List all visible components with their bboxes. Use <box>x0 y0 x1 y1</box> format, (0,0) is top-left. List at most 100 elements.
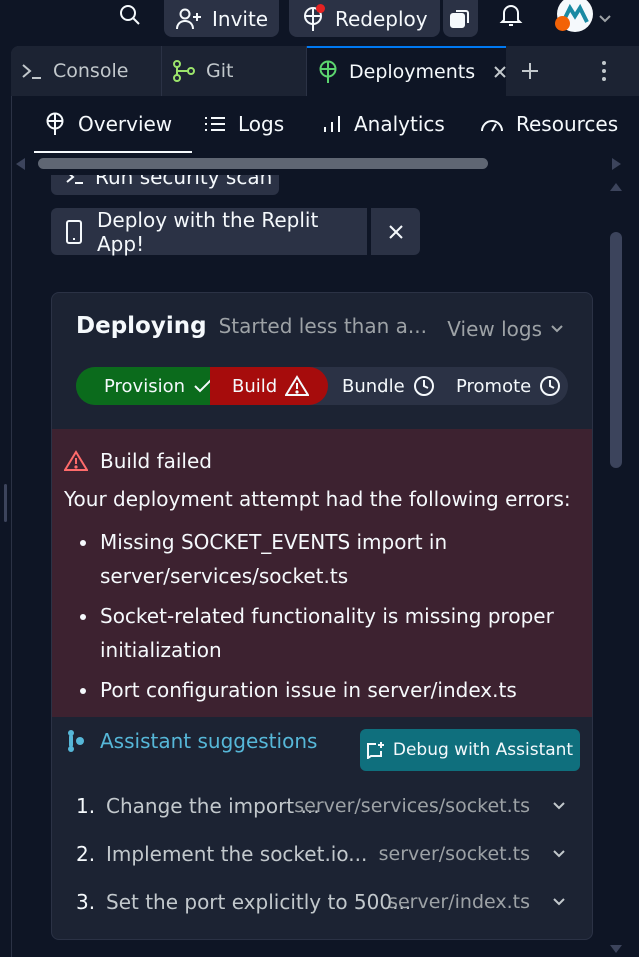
sub-navigation: Overview Logs Analytics Resources <box>12 96 639 154</box>
step-label: Bundle <box>342 375 405 397</box>
copy-icon <box>449 8 471 30</box>
redeploy-label: Redeploy <box>335 6 428 31</box>
error-list: Missing SOCKET_EVENTS import in server/s… <box>80 525 570 713</box>
subtab-analytics[interactable]: Analytics <box>322 96 445 152</box>
subtab-label: Resources <box>516 112 619 136</box>
bar-chart-icon <box>322 114 342 134</box>
add-user-icon <box>176 7 202 31</box>
assistant-title: Assistant suggestions <box>100 729 318 753</box>
list-item: Socket-related functionality is missing … <box>80 599 570 667</box>
subtab-overview[interactable]: Overview <box>33 96 193 153</box>
suggestion-file: server/index.ts <box>388 891 530 913</box>
chevron-down-icon <box>552 895 566 909</box>
deploy-icon <box>301 3 325 32</box>
subtab-label: Overview <box>78 112 173 136</box>
suggestion-file: server/socket.ts <box>378 843 530 865</box>
suggestion-number: 3. <box>76 890 96 914</box>
build-error-panel: Build failed Your deployment attempt had… <box>52 429 592 717</box>
step-promote: Promote <box>456 367 561 405</box>
subtab-resources[interactable]: Resources <box>480 96 618 152</box>
subtab-label: Logs <box>238 112 285 136</box>
chevron-down-icon <box>552 847 566 861</box>
phone-icon <box>65 219 83 244</box>
suggestion-item[interactable]: 2. Implement the socket.io... server/soc… <box>76 839 576 869</box>
avatar-badge <box>555 16 570 31</box>
resize-handle[interactable] <box>4 484 7 522</box>
status-subtitle: Started less than a... <box>218 314 427 338</box>
step-bundle: Bundle <box>342 367 435 405</box>
horizontal-scrollbar[interactable] <box>12 154 639 174</box>
invite-label: Invite <box>212 6 269 31</box>
tab-label: Console <box>53 60 129 82</box>
clock-icon <box>413 375 435 397</box>
top-bar: Invite Redeploy <box>0 0 639 44</box>
terminal-icon <box>65 175 85 185</box>
close-icon[interactable] <box>493 65 507 79</box>
suggestion-text: Implement the socket.io... <box>106 842 368 866</box>
vertical-scrollbar-thumb[interactable] <box>610 232 622 468</box>
list-icon <box>204 115 226 133</box>
git-icon <box>172 60 196 82</box>
search-icon[interactable] <box>118 0 142 30</box>
notification-dot <box>316 3 325 13</box>
error-description: Your deployment attempt had the followin… <box>64 487 571 511</box>
tab-label: Deployments <box>349 61 476 83</box>
chevron-down-icon <box>550 322 564 336</box>
suggestion-number: 1. <box>76 794 96 818</box>
redeploy-button[interactable]: Redeploy <box>289 0 440 37</box>
scroll-up-icon[interactable] <box>610 182 622 192</box>
suggestion-number: 2. <box>76 842 96 866</box>
warning-icon <box>285 375 310 397</box>
deploy-icon <box>317 60 339 84</box>
debug-label: Debug with Assistant <box>392 740 574 760</box>
step-label: Provision <box>104 375 186 397</box>
error-title: Build failed <box>100 449 212 473</box>
suggestion-text: Change the import ... <box>106 794 320 818</box>
clock-icon <box>539 375 561 397</box>
scrollbar-thumb[interactable] <box>38 158 488 169</box>
deployment-steps: Provision Build Bundle Promote <box>76 367 568 405</box>
subtab-label: Analytics <box>354 112 445 136</box>
terminal-icon <box>21 62 43 80</box>
close-icon <box>388 224 404 240</box>
assistant-header: Assistant suggestions <box>66 729 317 753</box>
list-item: Missing SOCKET_EVENTS import in server/s… <box>80 525 570 593</box>
gauge-icon <box>480 114 504 134</box>
step-provision: Provision <box>76 367 212 405</box>
chevron-down-icon <box>552 799 566 813</box>
chat-edit-icon <box>366 741 385 759</box>
copy-button[interactable] <box>443 0 478 37</box>
bell-icon[interactable] <box>499 0 523 30</box>
security-scan-button[interactable]: Run security scan <box>51 175 279 195</box>
step-label: Build <box>232 375 278 397</box>
more-vertical-icon[interactable] <box>601 60 607 82</box>
step-build: Build <box>210 367 328 405</box>
chevron-down-icon[interactable] <box>598 4 612 34</box>
tab-git[interactable]: Git <box>162 46 307 96</box>
dismiss-banner-button[interactable] <box>371 208 420 255</box>
globe-icon <box>44 112 66 136</box>
invite-button[interactable]: Invite <box>164 0 279 37</box>
debug-with-assistant-button[interactable]: Debug with Assistant <box>360 729 580 771</box>
warning-icon <box>64 450 88 472</box>
replit-app-label: Deploy with the Replit App! <box>97 207 319 256</box>
scroll-down-icon[interactable] <box>610 944 622 954</box>
suggestion-item[interactable]: 3. Set the port explicitly to 500... ser… <box>76 887 576 917</box>
error-title-row: Build failed <box>64 449 212 473</box>
suggestion-file: server/services/socket.ts <box>294 795 530 817</box>
suggestion-item[interactable]: 1. Change the import ... server/services… <box>76 791 576 821</box>
subtab-logs[interactable]: Logs <box>204 96 284 152</box>
deployment-status-card: Deploying Started less than a... View lo… <box>51 292 593 940</box>
suggestion-text: Set the port explicitly to 500... <box>106 890 412 914</box>
tab-label: Git <box>206 60 234 82</box>
replit-app-banner[interactable]: Deploy with the Replit App! <box>51 207 367 256</box>
step-label: Promote <box>456 375 532 397</box>
security-scan-label: Run security scan <box>95 175 273 189</box>
add-tab-icon[interactable] <box>521 62 539 80</box>
list-item: Port configuration issue in server/index… <box>80 673 570 707</box>
assistant-icon <box>66 729 86 753</box>
view-logs-button[interactable]: View logs <box>447 317 564 341</box>
tab-deployments[interactable]: Deployments <box>307 46 506 96</box>
avatar[interactable] <box>555 0 593 32</box>
tab-console[interactable]: Console <box>11 46 162 96</box>
